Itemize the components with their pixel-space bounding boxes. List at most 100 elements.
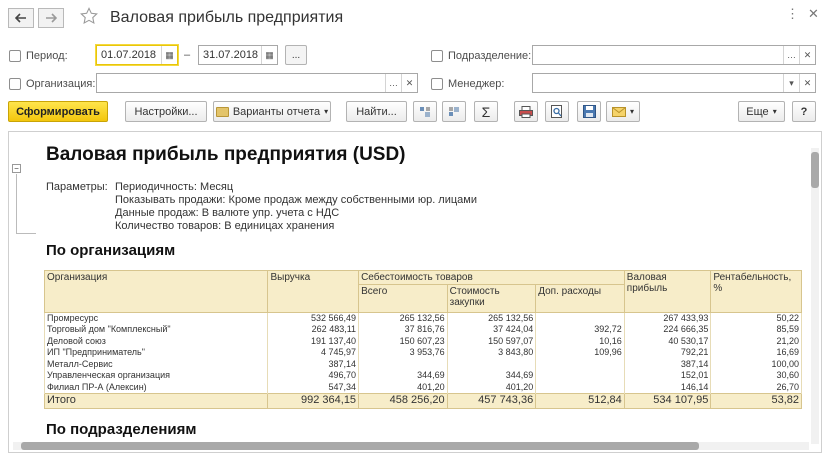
total-gross: 534 107,95 — [623, 392, 712, 409]
forward-button[interactable] — [38, 8, 64, 28]
preview-icon[interactable] — [545, 101, 569, 122]
generate-button[interactable]: Сформировать — [8, 101, 108, 122]
table-row[interactable]: Торговый дом "Комплексный" 262 483,11 37 8… — [43, 324, 802, 336]
section-title-organizations: По организациям — [46, 242, 176, 259]
report-area[interactable]: − Валовая прибыль предприятия (USD) Пара… — [8, 131, 822, 453]
period-to-field[interactable]: 31.07.2018 ▦ — [198, 45, 278, 65]
cell-purchase: 150 597,07 — [446, 335, 537, 347]
print-icon[interactable] — [514, 101, 538, 122]
cell-extra — [535, 370, 625, 382]
cell-total — [358, 358, 448, 370]
header-extra-costs: Доп. расходы — [535, 284, 625, 313]
close-icon[interactable]: ✕ — [808, 6, 819, 22]
cell-total: 3 953,76 — [358, 347, 448, 359]
cell-rent: 50,22 — [710, 312, 802, 324]
vertical-scroll-thumb[interactable] — [811, 152, 819, 188]
cell-total: 265 132,56 — [358, 312, 448, 324]
dropdown-arrow-icon[interactable]: ▾ — [783, 74, 799, 92]
sum-icon[interactable]: Σ — [474, 101, 498, 122]
cell-extra — [535, 358, 625, 370]
vertical-scrollbar[interactable] — [811, 148, 819, 444]
back-button[interactable] — [8, 8, 34, 28]
more-button[interactable]: Еще ▾ — [738, 101, 785, 122]
calendar-icon[interactable]: ▦ — [261, 46, 277, 64]
manager-checkbox[interactable] — [431, 78, 443, 90]
cell-total: 344,69 — [358, 370, 448, 382]
period-label: Период: — [26, 50, 68, 62]
param-line: Данные продаж: В валюте упр. учета с НДС — [115, 207, 340, 219]
header-cost: Себестоимость товаров — [358, 270, 625, 285]
cell-extra: 10,16 — [535, 335, 625, 347]
department-checkbox[interactable] — [431, 50, 443, 62]
cell-gross: 387,14 — [623, 358, 712, 370]
total-row[interactable]: Итого 992 364,15 458 256,20 457 743,36 512,8… — [43, 392, 802, 409]
table-row[interactable]: Металл-Сервис 387,14 387,14 100,00 — [43, 358, 802, 370]
save-icon[interactable] — [577, 101, 601, 122]
clear-icon[interactable]: ✕ — [799, 46, 815, 64]
envelope-icon — [611, 106, 626, 117]
report-table: Организация Выручка Себестоимость товаро… — [43, 270, 802, 409]
table-row[interactable]: Деловой союз 191 137,40 150 607,23 150 597,… — [43, 335, 802, 347]
cell-purchase: 401,20 — [446, 381, 537, 393]
clear-icon[interactable]: ✕ — [401, 74, 417, 92]
table-row[interactable]: Филиал ПР-А (Алексин) 547,34 401,20 401,20 1… — [43, 381, 802, 393]
horizontal-scroll-thumb[interactable] — [21, 442, 699, 450]
expand-groups-icon[interactable] — [413, 101, 437, 122]
organization-checkbox[interactable] — [9, 78, 21, 90]
cell-purchase: 3 843,80 — [446, 347, 537, 359]
organization-field[interactable]: … ✕ — [96, 73, 418, 93]
dropdown-arrow-icon: ▾ — [324, 107, 329, 116]
settings-button[interactable]: Настройки... — [125, 101, 207, 122]
cell-revenue: 262 483,11 — [267, 324, 360, 336]
favorite-star-icon[interactable] — [80, 7, 98, 28]
cell-gross: 267 433,93 — [623, 312, 712, 324]
department-field[interactable]: … ✕ — [532, 45, 816, 65]
report-variants-button[interactable]: Варианты отчета ▾ — [213, 101, 331, 122]
group-line — [16, 174, 17, 234]
total-total: 458 256,20 — [358, 392, 448, 409]
period-dash: – — [184, 49, 191, 61]
table-row[interactable]: Промресурс 532 566,49 265 132,56 265 132,56… — [43, 312, 802, 324]
clear-icon[interactable]: ✕ — [799, 74, 815, 92]
calendar-icon[interactable]: ▦ — [161, 46, 177, 64]
period-to-value: 31.07.2018 — [203, 49, 259, 61]
send-mail-button[interactable]: ▾ — [606, 101, 640, 122]
cell-rent: 85,59 — [710, 324, 802, 336]
param-line: Показывать продажи: Кроме продаж между с… — [115, 194, 477, 206]
cell-org: Деловой союз — [43, 335, 269, 347]
cell-purchase — [446, 358, 537, 370]
cell-gross: 792,21 — [623, 347, 712, 359]
cell-rent: 100,00 — [710, 358, 802, 370]
cell-total: 37 816,76 — [358, 324, 448, 336]
cell-revenue: 547,34 — [267, 381, 360, 393]
cell-rent: 30,60 — [710, 370, 802, 382]
cell-org: Управленческая организация — [43, 370, 269, 382]
cell-revenue: 496,70 — [267, 370, 360, 382]
period-from-value: 01.07.2018 — [101, 49, 157, 61]
manager-field[interactable]: ▾ ✕ — [532, 73, 816, 93]
table-row[interactable]: Управленческая организация 496,70 344,69 34… — [43, 370, 802, 382]
arrow-left-icon — [15, 13, 26, 23]
cell-org: Филиал ПР-А (Алексин) — [43, 381, 269, 393]
dropdown-arrow-icon: ▾ — [629, 107, 634, 116]
select-dots-icon[interactable]: … — [385, 74, 401, 92]
report-title: Валовая прибыль предприятия (USD) — [46, 144, 406, 165]
header-organization: Организация — [43, 270, 269, 313]
period-select-button[interactable]: ... — [285, 45, 307, 65]
cell-org: Металл-Сервис — [43, 358, 269, 370]
table-row[interactable]: ИП "Предприниматель" 4 745,97 3 953,76 3 84… — [43, 347, 802, 359]
organization-label: Организация: — [26, 78, 96, 90]
period-from-field[interactable]: 01.07.2018 ▦ — [96, 45, 178, 65]
arrow-right-icon — [46, 13, 57, 23]
select-dots-icon[interactable]: … — [783, 46, 799, 64]
period-checkbox[interactable] — [9, 50, 21, 62]
help-button[interactable]: ? — [792, 101, 816, 122]
cell-rent: 16,69 — [710, 347, 802, 359]
collapse-toggle-icon[interactable]: − — [12, 164, 21, 173]
cell-rent: 21,20 — [710, 335, 802, 347]
cell-extra — [535, 312, 625, 324]
find-button[interactable]: Найти... — [346, 101, 407, 122]
collapse-groups-icon[interactable] — [442, 101, 466, 122]
vertical-dots-icon[interactable]: ⋮ — [786, 6, 799, 22]
group-line — [16, 233, 36, 234]
